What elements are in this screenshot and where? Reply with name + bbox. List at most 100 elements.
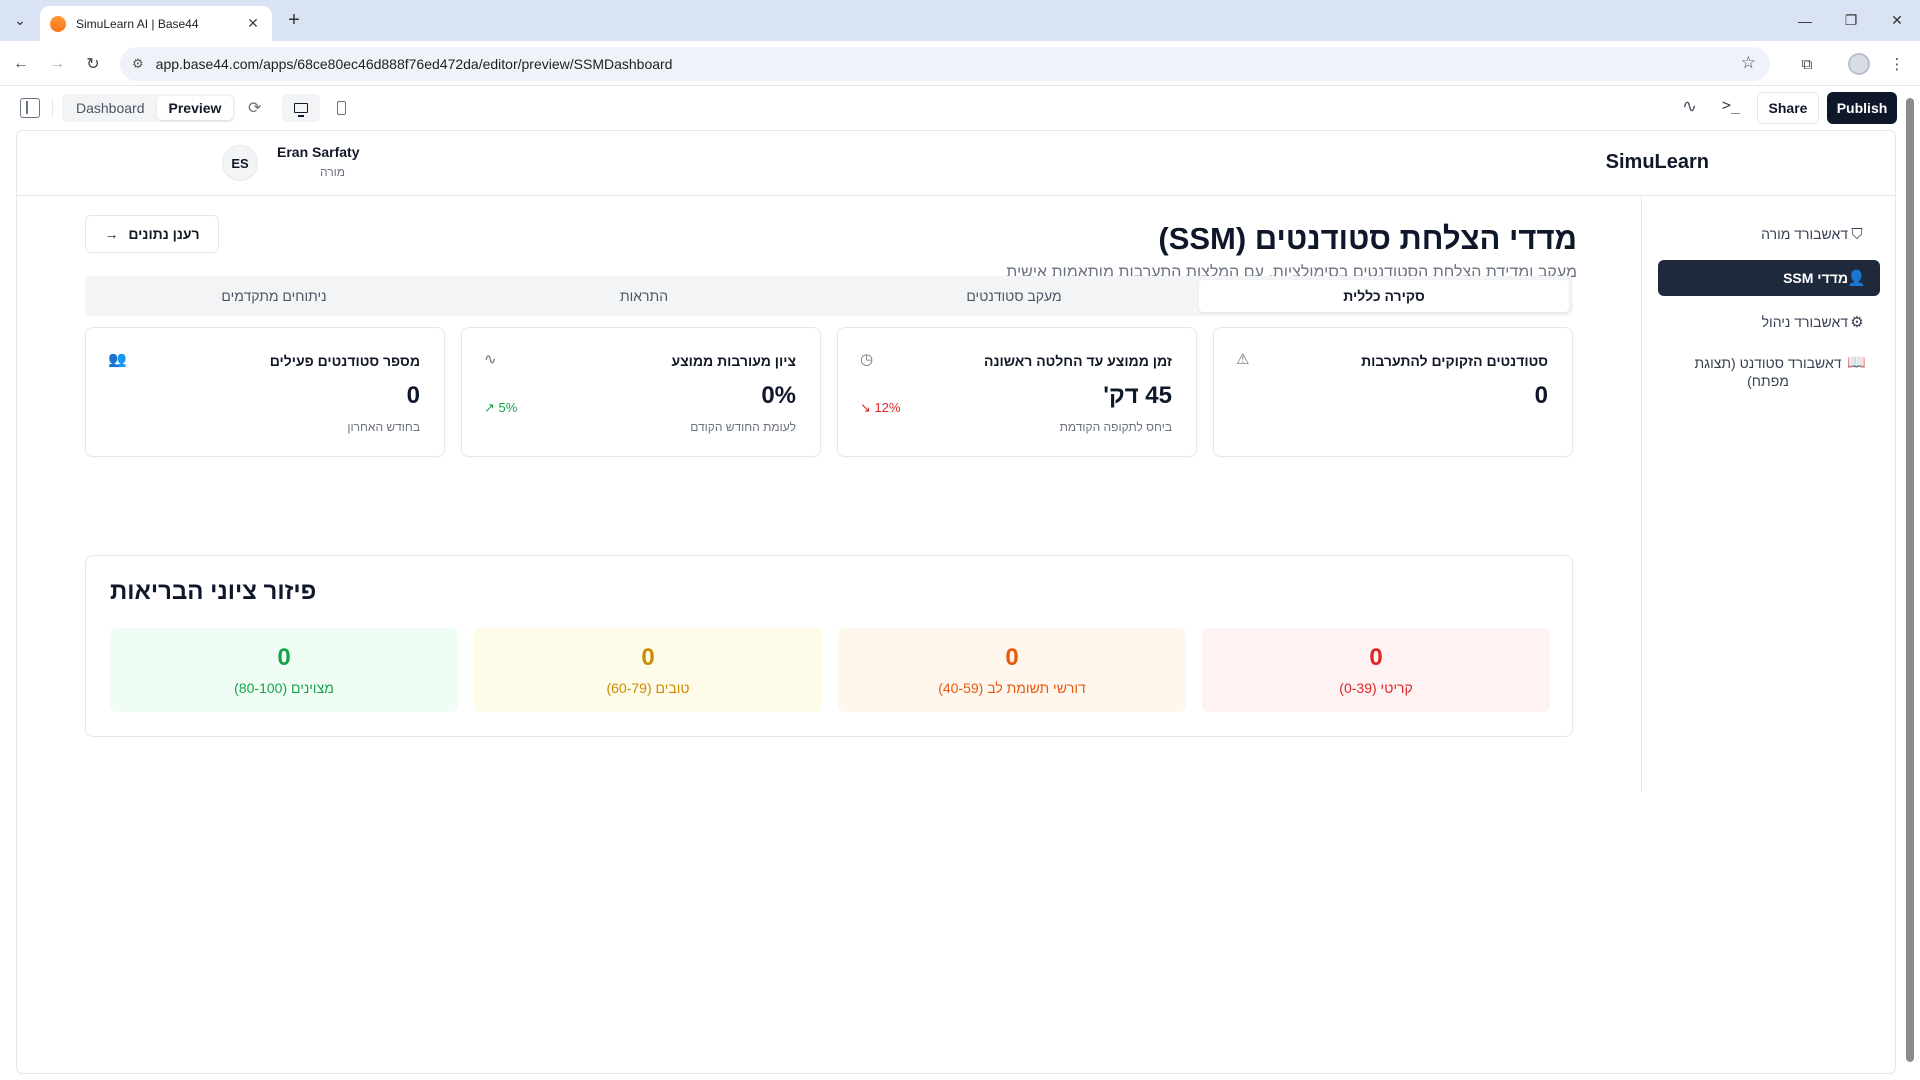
- card-title: זמן ממוצע עד החלטה ראשונה: [983, 353, 1172, 369]
- sidebar-item-label: דאשבורד מורה: [1761, 226, 1848, 242]
- stat-card-intervention: סטודנטים הזקוקים להתערבות ⚠ 0: [1213, 327, 1573, 457]
- browser-tabstrip: ⌄ SimuLearn AI | Base44 ✕ + — ❐ ✕: [0, 0, 1920, 41]
- stat-card-decision-time: זמן ממוצע עד החלטה ראשונה ◷ 45 דק' ביחס …: [837, 327, 1197, 457]
- publish-button[interactable]: Publish: [1827, 92, 1897, 124]
- favicon-icon: [50, 15, 66, 32]
- device-switch: [282, 94, 360, 122]
- dist-label: קריטי (0-39): [1339, 680, 1413, 696]
- card-subtext: בחודש האחרון: [347, 420, 420, 434]
- dashboard-button[interactable]: Dashboard: [64, 96, 157, 120]
- sidebar: ⛉ דאשבורד מורה 👤 מדדי SSM ⚙ דאשבורד ניהו…: [1641, 196, 1895, 792]
- user-name: Eran Sarfaty: [277, 144, 360, 160]
- sidebar-item-teacher-dashboard[interactable]: ⛉ דאשבורד מורה: [1658, 216, 1880, 252]
- users-icon: 👥: [108, 351, 127, 368]
- address-bar[interactable]: ⚙ app.base44.com/apps/68ce80ec46d888f76e…: [120, 47, 1770, 81]
- sidebar-item-admin-dashboard[interactable]: ⚙ דאשבורד ניהול: [1658, 304, 1880, 340]
- site-info-icon[interactable]: ⚙: [132, 56, 144, 72]
- trend-down-indicator: ↘ 12%: [860, 400, 901, 416]
- refresh-label: רענן נתונים: [128, 226, 200, 242]
- extensions-icon[interactable]: ⧉: [1794, 51, 1820, 77]
- mobile-icon: [336, 101, 346, 115]
- card-title: סטודנטים הזקוקים להתערבות: [1361, 353, 1548, 369]
- refresh-data-button[interactable]: רענן נתונים →: [85, 215, 219, 253]
- activity-icon: ∿: [484, 351, 497, 368]
- card-title: ציון מעורבות ממוצע: [671, 353, 796, 369]
- tabs-bar: סקירה כללית מעקב סטודנטים התראות ניתוחים…: [85, 276, 1573, 316]
- menu-kebab-icon[interactable]: ⋮: [1884, 51, 1910, 77]
- window-controls: — ❐ ✕: [1782, 0, 1920, 41]
- brand-logo: SimuLearn: [1605, 151, 1709, 173]
- dist-excellent: 0 מצוינים (80-100): [110, 628, 458, 712]
- trend-value: 12%: [874, 400, 901, 415]
- editor-toolbar: Dashboard Preview ⟳ ∿ >_ Share Publish: [0, 86, 1920, 130]
- tab-overview[interactable]: סקירה כללית: [1199, 280, 1569, 312]
- user-role: מורה: [319, 165, 345, 179]
- dist-value: 0: [277, 644, 291, 671]
- arrow-right-icon: →: [104, 226, 119, 242]
- tab-search-icon[interactable]: ⌄: [8, 8, 32, 32]
- dist-critical: 0 קריטי (0-39): [1202, 628, 1550, 712]
- tab-student-tracking[interactable]: מעקב סטודנטים: [829, 280, 1199, 312]
- sidebar-item-label: מדדי SSM: [1783, 270, 1848, 286]
- new-tab-icon[interactable]: +: [282, 8, 306, 32]
- view-switch: Dashboard Preview: [62, 94, 236, 122]
- scrollbar[interactable]: [1904, 90, 1916, 1074]
- dist-needs-attention: 0 דורשי תשומת לב (40-59): [838, 628, 1186, 712]
- dist-label: דורשי תשומת לב (40-59): [938, 680, 1086, 696]
- card-value: 0: [406, 382, 420, 409]
- desktop-icon: [294, 103, 308, 117]
- stat-card-engagement: ציון מעורבות ממוצע ∿ 0% לעומת החודש הקוד…: [461, 327, 821, 457]
- dist-value: 0: [1369, 644, 1383, 671]
- trend-down-icon: ↘: [860, 400, 875, 415]
- trend-value: 5%: [498, 400, 518, 415]
- card-value: 0: [1534, 382, 1548, 409]
- mobile-view-button[interactable]: [322, 94, 360, 122]
- profile-avatar[interactable]: [1848, 53, 1870, 75]
- sidebar-item-student-dashboard[interactable]: 📖 דאשבורד סטודנט (תצוגת מפתח): [1658, 348, 1880, 396]
- dist-label: מצוינים (80-100): [234, 680, 334, 696]
- card-value: 0%: [761, 382, 796, 409]
- url-text: app.base44.com/apps/68ce80ec46d888f76ed4…: [155, 56, 673, 72]
- book-open-icon: 📖: [1847, 354, 1866, 371]
- health-score-distribution-card: פיזור ציוני הבריאות 0 קריטי (0-39) 0 דור…: [85, 555, 1573, 737]
- close-window-icon[interactable]: ✕: [1874, 0, 1920, 41]
- tab-title: SimuLearn AI | Base44: [76, 16, 199, 31]
- trend-up-indicator: ↗ 5%: [484, 400, 517, 416]
- stat-card-active-students: מספר סטודנטים פעילים 👥 0 בחודש האחרון: [85, 327, 445, 457]
- card-title: מספר סטודנטים פעילים: [269, 353, 420, 369]
- browser-toolbar: ← → ↻ ⚙ app.base44.com/apps/68ce80ec46d8…: [0, 41, 1920, 86]
- desktop-view-button[interactable]: [282, 94, 320, 122]
- page-title: מדדי הצלחת סטודנטים (SSM): [1158, 221, 1577, 256]
- forward-icon[interactable]: →: [44, 51, 70, 77]
- close-tab-icon[interactable]: ✕: [244, 15, 262, 32]
- share-button[interactable]: Share: [1757, 92, 1819, 124]
- minimize-icon[interactable]: —: [1782, 0, 1828, 41]
- dist-value: 0: [1005, 644, 1019, 671]
- activity-icon[interactable]: ∿: [1682, 96, 1697, 117]
- sidebar-item-ssm-metrics[interactable]: 👤 מדדי SSM: [1658, 260, 1880, 296]
- terminal-icon[interactable]: >_: [1722, 96, 1740, 114]
- app-header: ES Eran Sarfaty מורה SimuLearn: [17, 131, 1895, 196]
- tab-advanced-analytics[interactable]: ניתוחים מתקדמים: [89, 280, 459, 312]
- divider: [52, 98, 53, 118]
- clock-icon: ◷: [860, 351, 874, 368]
- browser-tab[interactable]: SimuLearn AI | Base44 ✕: [40, 6, 272, 41]
- app-preview-frame: ES Eran Sarfaty מורה SimuLearn ⛉ דאשבורד…: [16, 130, 1896, 1074]
- refresh-preview-icon[interactable]: ⟳: [248, 98, 261, 118]
- tab-alerts[interactable]: התראות: [459, 280, 829, 312]
- card-value: 45 דק': [1103, 382, 1172, 409]
- dist-value: 0: [641, 644, 655, 671]
- sidebar-toggle-icon[interactable]: [20, 98, 40, 118]
- preview-button[interactable]: Preview: [156, 96, 234, 120]
- bookmark-star-icon[interactable]: ☆: [1741, 53, 1756, 73]
- dist-label: טובים (60-79): [606, 680, 690, 696]
- section-title: פיזור ציוני הבריאות: [110, 578, 317, 605]
- back-icon[interactable]: ←: [8, 51, 34, 77]
- sidebar-item-label: דאשבורד סטודנט (תצוגת מפתח): [1694, 355, 1842, 389]
- shield-icon: ⛉: [1851, 225, 1863, 243]
- scrollbar-thumb[interactable]: [1906, 98, 1914, 1062]
- avatar[interactable]: ES: [222, 145, 258, 181]
- restore-icon[interactable]: ❐: [1828, 0, 1874, 41]
- trend-up-icon: ↗: [484, 400, 499, 415]
- reload-icon[interactable]: ↻: [80, 51, 106, 77]
